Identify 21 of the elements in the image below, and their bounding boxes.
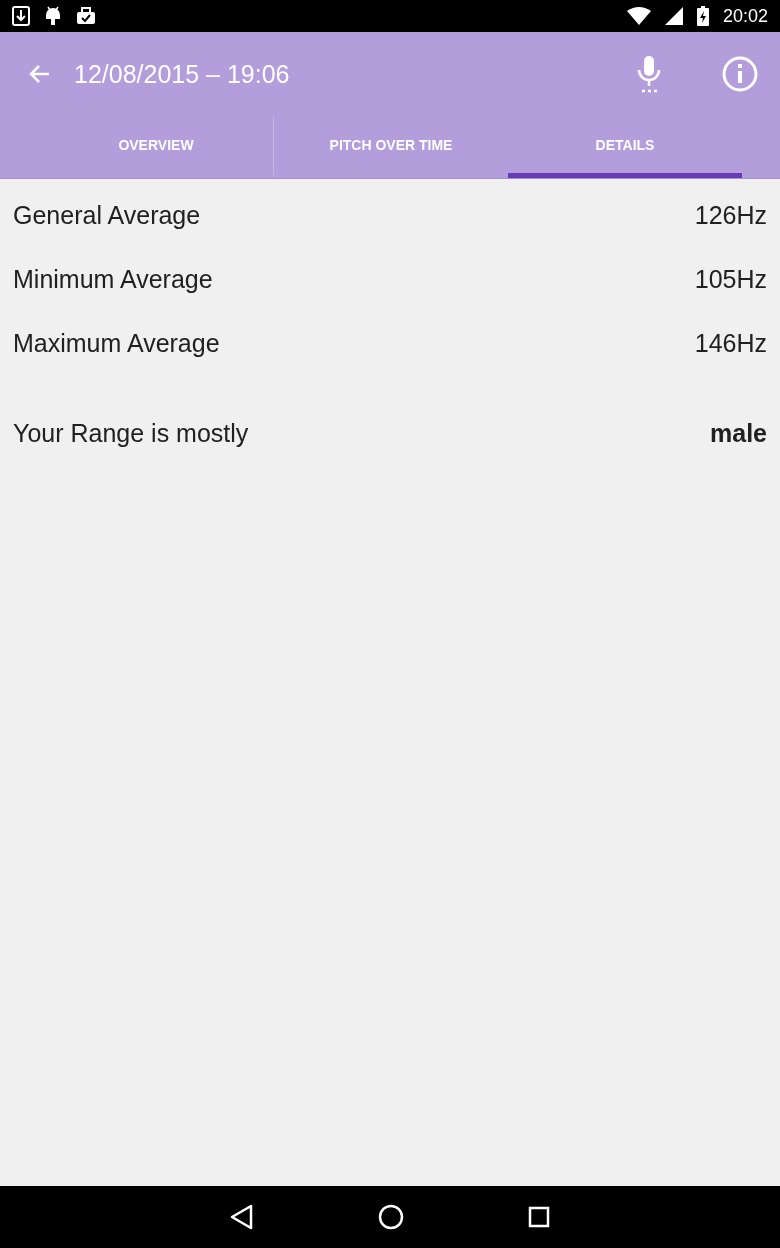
signal-icon (664, 7, 683, 25)
stat-label: General Average (13, 200, 201, 230)
stat-value: 126Hz (694, 200, 767, 230)
tab[interactable]: OVERVIEW (39, 116, 273, 178)
tab[interactable]: PITCH OVER TIME (273, 116, 508, 178)
stat-value: 105Hz (694, 264, 767, 294)
stat-value: 146Hz (694, 328, 767, 358)
status-time: 20:02 (722, 5, 768, 27)
briefcase-check-icon (76, 7, 96, 25)
back-icon[interactable] (230, 1204, 254, 1230)
wifi-icon (626, 7, 651, 25)
recents-icon[interactable] (528, 1206, 550, 1228)
download-icon (12, 6, 30, 26)
home-icon[interactable] (378, 1204, 404, 1230)
tab[interactable]: DETAILS (508, 116, 742, 178)
stat-label: Your Range is mostly (13, 418, 249, 448)
screen-title: 12/08/2015 – 19:06 (74, 59, 291, 89)
battery-charging-icon (696, 6, 709, 26)
stat-label: Maximum Average (13, 328, 220, 358)
stat-value: male (710, 418, 767, 448)
stat-label: Minimum Average (13, 264, 213, 294)
